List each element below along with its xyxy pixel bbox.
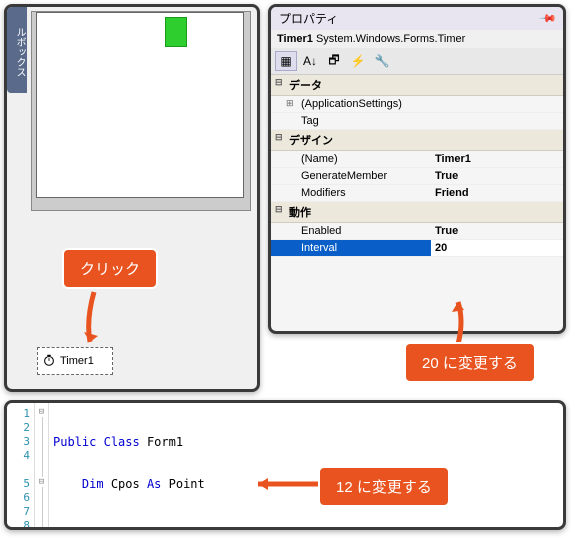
- timer-icon: [42, 353, 56, 370]
- category-data[interactable]: データ: [271, 75, 563, 96]
- code-body[interactable]: Public Class Form1 Dim Cpos As Point ' プ…: [49, 403, 563, 527]
- property-pages-button[interactable]: 🔧: [371, 51, 393, 71]
- prop-appsettings[interactable]: (ApplicationSettings): [271, 96, 563, 113]
- toolbox-tab[interactable]: ルボックス: [7, 7, 27, 93]
- prop-enabled[interactable]: EnabledTrue: [271, 223, 563, 240]
- category-behavior[interactable]: 動作: [271, 202, 563, 223]
- player-sprite[interactable]: [165, 17, 187, 47]
- code-editor-panel: 123456789 Public Class Form1 Dim Cpos As…: [4, 400, 566, 530]
- prop-name[interactable]: (Name)Timer1: [271, 151, 563, 168]
- prop-tag[interactable]: Tag: [271, 113, 563, 130]
- object-name: Timer1: [277, 33, 313, 45]
- properties-panel: プロパティ 📌 Timer1 System.Windows.Forms.Time…: [268, 4, 566, 334]
- arrow-click: [84, 290, 104, 353]
- prop-interval[interactable]: Interval20: [271, 240, 563, 257]
- callout-click: クリック: [62, 248, 158, 289]
- categorized-button[interactable]: ▦: [275, 51, 297, 71]
- interval-value-input[interactable]: 20: [431, 240, 563, 256]
- alphabetical-button[interactable]: A↓: [299, 51, 321, 71]
- properties-title-text: プロパティ: [279, 10, 338, 27]
- arrow-12: [248, 476, 320, 495]
- pin-icon[interactable]: 📌: [539, 9, 558, 28]
- category-design[interactable]: デザイン: [271, 130, 563, 151]
- line-number-gutter: 123456789: [7, 403, 35, 527]
- properties-object-selector[interactable]: Timer1 System.Windows.Forms.Timer: [271, 30, 563, 48]
- form-canvas[interactable]: [36, 12, 244, 198]
- design-surface[interactable]: [31, 11, 251, 211]
- fold-gutter: [35, 403, 49, 527]
- tray-item-label: Timer1: [60, 355, 94, 367]
- callout-change-20: 20 に変更する: [404, 342, 536, 383]
- form-designer-panel: ルボックス Timer1: [4, 4, 260, 392]
- properties-title-bar: プロパティ 📌: [271, 7, 563, 30]
- callout-change-12: 12 に変更する: [318, 466, 450, 507]
- events-button[interactable]: ⚡: [347, 51, 369, 71]
- prop-modifiers[interactable]: ModifiersFriend: [271, 185, 563, 202]
- prop-generatemember[interactable]: GenerateMemberTrue: [271, 168, 563, 185]
- properties-toolbar: ▦ A↓ 🗗 ⚡ 🔧: [271, 48, 563, 75]
- object-type: System.Windows.Forms.Timer: [316, 33, 465, 45]
- properties-button[interactable]: 🗗: [323, 51, 345, 71]
